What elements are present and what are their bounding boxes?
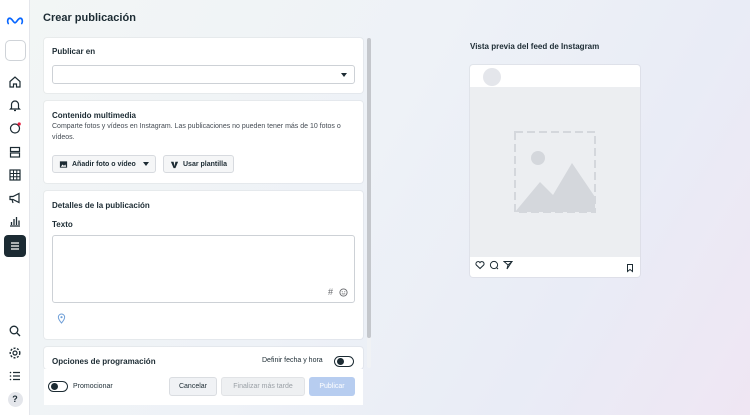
add-media-label: Añadir foto o vídeo xyxy=(72,160,136,168)
location-icon[interactable] xyxy=(57,311,66,329)
account-selector[interactable] xyxy=(5,40,26,61)
cancel-button[interactable]: Cancelar xyxy=(169,377,217,396)
use-template-button[interactable]: Usar plantilla xyxy=(163,155,234,173)
chart-icon[interactable] xyxy=(6,212,24,230)
details-title: Detalles de la publicación xyxy=(52,201,150,210)
text-label: Texto xyxy=(52,220,73,229)
left-rail: ? xyxy=(0,0,30,415)
use-template-label: Usar plantilla xyxy=(183,160,227,168)
avatar xyxy=(483,68,501,86)
preview-title: Vista previa del feed de Instagram xyxy=(470,42,600,51)
media-card: Contenido multimedia Comparte fotos y ví… xyxy=(44,101,363,183)
scheduling-title: Opciones de programación xyxy=(52,357,156,366)
meta-logo-icon[interactable] xyxy=(6,11,24,29)
chevron-down-icon xyxy=(142,162,149,166)
share-icon xyxy=(503,261,513,270)
media-title: Contenido multimedia xyxy=(52,111,136,120)
help-icon[interactable]: ? xyxy=(6,390,24,408)
publish-in-select[interactable] xyxy=(52,65,355,84)
comment-icon xyxy=(489,260,499,270)
hashtag-icon[interactable]: # xyxy=(328,287,333,297)
scheduling-card: Opciones de programación Definir fecha y… xyxy=(44,347,363,369)
gear-icon[interactable] xyxy=(6,344,24,362)
schedule-toggle-label: Definir fecha y hora xyxy=(262,357,323,364)
publish-in-card: Publicar en xyxy=(44,38,363,93)
promote-label: Promocionar xyxy=(73,383,113,390)
media-description: Comparte fotos y vídeos en Instagram. La… xyxy=(52,123,341,141)
template-icon xyxy=(170,161,179,168)
megaphone-icon[interactable] xyxy=(6,189,24,207)
finish-later-button[interactable]: Finalizar más tarde xyxy=(221,377,305,396)
instagram-preview xyxy=(470,65,640,277)
chevron-down-icon xyxy=(341,73,347,77)
list-icon[interactable] xyxy=(6,367,24,385)
help-label: ? xyxy=(7,391,23,407)
grid-icon[interactable] xyxy=(6,166,24,184)
bell-icon[interactable] xyxy=(6,96,24,114)
home-icon[interactable] xyxy=(6,73,24,91)
text-input[interactable]: # xyxy=(52,235,355,303)
image-placeholder-icon xyxy=(514,131,596,213)
search-icon[interactable] xyxy=(6,322,24,340)
page-title: Crear publicación xyxy=(43,12,136,24)
post-icon[interactable] xyxy=(6,119,24,137)
bookmark-icon xyxy=(625,260,635,278)
schedule-toggle[interactable] xyxy=(334,356,354,367)
post-actions xyxy=(475,260,513,270)
emoji-icon[interactable] xyxy=(339,287,348,297)
publish-button[interactable]: Publicar xyxy=(309,377,355,396)
publish-in-title: Publicar en xyxy=(52,47,96,56)
media-placeholder xyxy=(470,87,640,257)
image-icon xyxy=(59,160,68,168)
form-scrollbar[interactable] xyxy=(367,38,371,368)
heart-icon xyxy=(475,261,485,270)
menu-icon[interactable] xyxy=(4,235,26,257)
promote-toggle[interactable] xyxy=(48,381,68,392)
details-card: Detalles de la publicación Texto # xyxy=(44,191,363,339)
stack-icon[interactable] xyxy=(6,143,24,161)
add-media-button[interactable]: Añadir foto o vídeo xyxy=(52,155,156,173)
